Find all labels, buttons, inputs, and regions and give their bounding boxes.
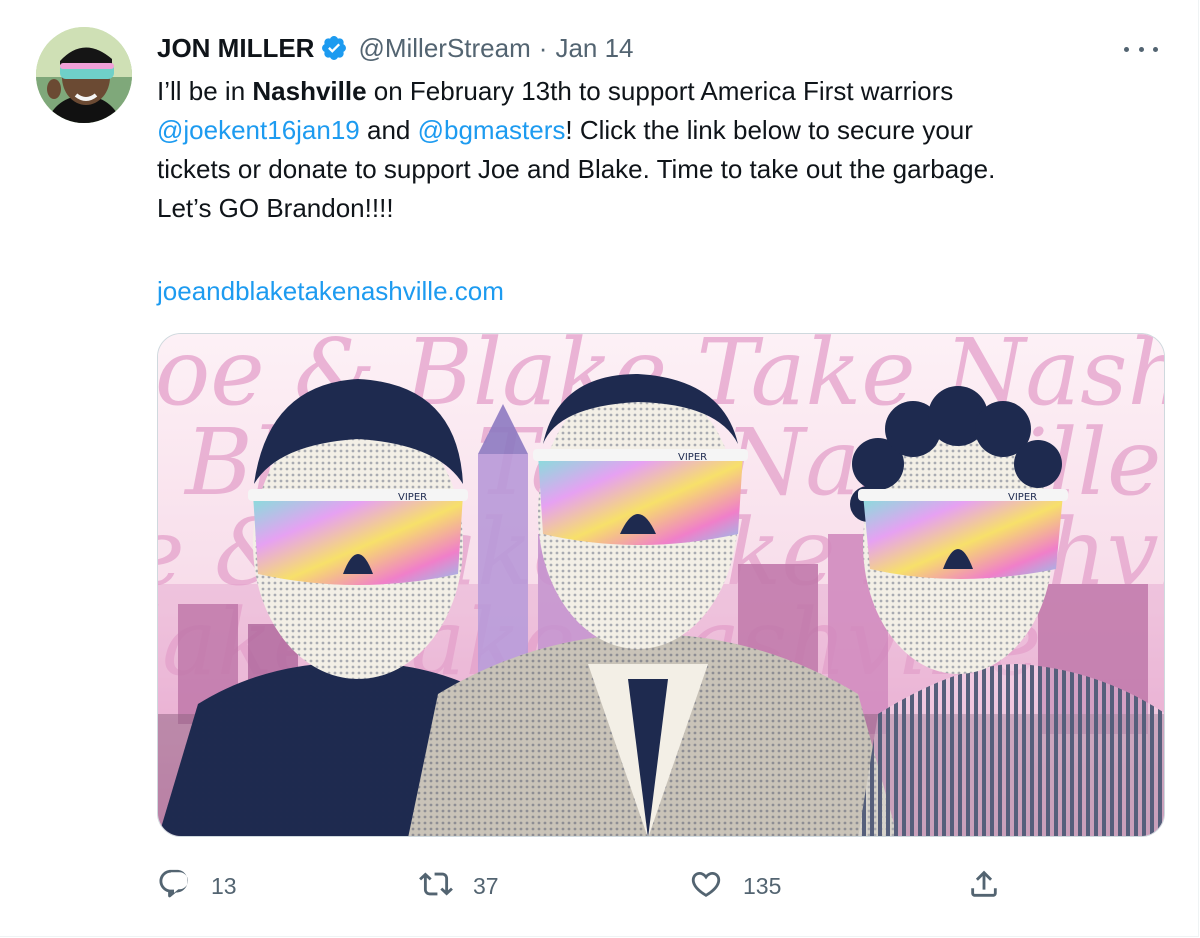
tweet-line-2: @joekent16jan19 and @bgmasters! Click th… — [157, 111, 1167, 150]
tweet-header: JON MILLER @MillerStream · Jan 14 — [157, 30, 634, 66]
heart-icon — [689, 867, 723, 906]
tweet-line-3: tickets or donate to support Joe and Bla… — [157, 154, 996, 184]
display-name[interactable]: JON MILLER — [157, 33, 314, 64]
tweet-date[interactable]: Jan 14 — [555, 33, 633, 64]
external-link[interactable]: joeandblaketakenashville.com — [157, 276, 504, 306]
glasses-brand-text-center: VIPER — [678, 452, 707, 463]
tweet-line-1: I’ll be in Nashville on February 13th to… — [157, 72, 1167, 111]
reply-button[interactable]: 13 — [157, 862, 237, 910]
mention-link-joekent[interactable]: @joekent16jan19 — [157, 115, 360, 145]
tweet-card[interactable]: JON MILLER @MillerStream · Jan 14 I’ll b… — [0, 0, 1199, 937]
media-illustration: Joe & Blake Take Nashville Joe & Blake T… — [158, 334, 1164, 836]
tweet-text-segment: and — [359, 115, 418, 145]
author-handle[interactable]: @MillerStream — [358, 33, 530, 64]
like-button[interactable]: 135 — [689, 862, 781, 910]
more-dots-icon — [1124, 46, 1129, 52]
mention-link-bgmasters[interactable]: @bgmasters — [418, 115, 566, 145]
more-options-button[interactable] — [1124, 40, 1158, 58]
tweet-media-image[interactable]: Joe & Blake Take Nashville Joe & Blake T… — [157, 333, 1165, 837]
avatar[interactable] — [36, 27, 132, 123]
glasses-brand-text-left: VIPER — [398, 492, 427, 503]
avatar-image — [36, 27, 132, 123]
retweet-icon — [419, 867, 453, 906]
tweet-actions-bar: 13 37 135 — [157, 862, 1017, 910]
tweet-text-segment: on February 13th to support America Firs… — [366, 76, 954, 106]
tweet-text-segment: ! Click the link below to secure your — [565, 115, 973, 145]
reply-count: 13 — [211, 872, 237, 899]
verified-badge-icon — [320, 34, 348, 62]
tweet-text-segment: I’ll be in — [157, 76, 253, 106]
tweet-bold-location: Nashville — [252, 76, 367, 106]
like-count: 135 — [743, 872, 782, 899]
share-button[interactable] — [967, 862, 1001, 910]
reply-icon — [157, 867, 191, 906]
retweet-count: 37 — [473, 872, 499, 899]
tweet-link-line: joeandblaketakenashville.com — [157, 272, 504, 311]
share-icon — [967, 867, 1001, 906]
retweet-button[interactable]: 37 — [419, 862, 499, 910]
header-separator: · — [538, 32, 548, 63]
more-dots-icon — [1153, 46, 1158, 52]
tweet-line-4: Let’s GO Brandon!!!! — [157, 193, 394, 223]
tweet-text: I’ll be in Nashville on February 13th to… — [157, 72, 1167, 228]
more-dots-icon — [1138, 46, 1144, 52]
glasses-brand-text-right: VIPER — [1008, 492, 1037, 503]
